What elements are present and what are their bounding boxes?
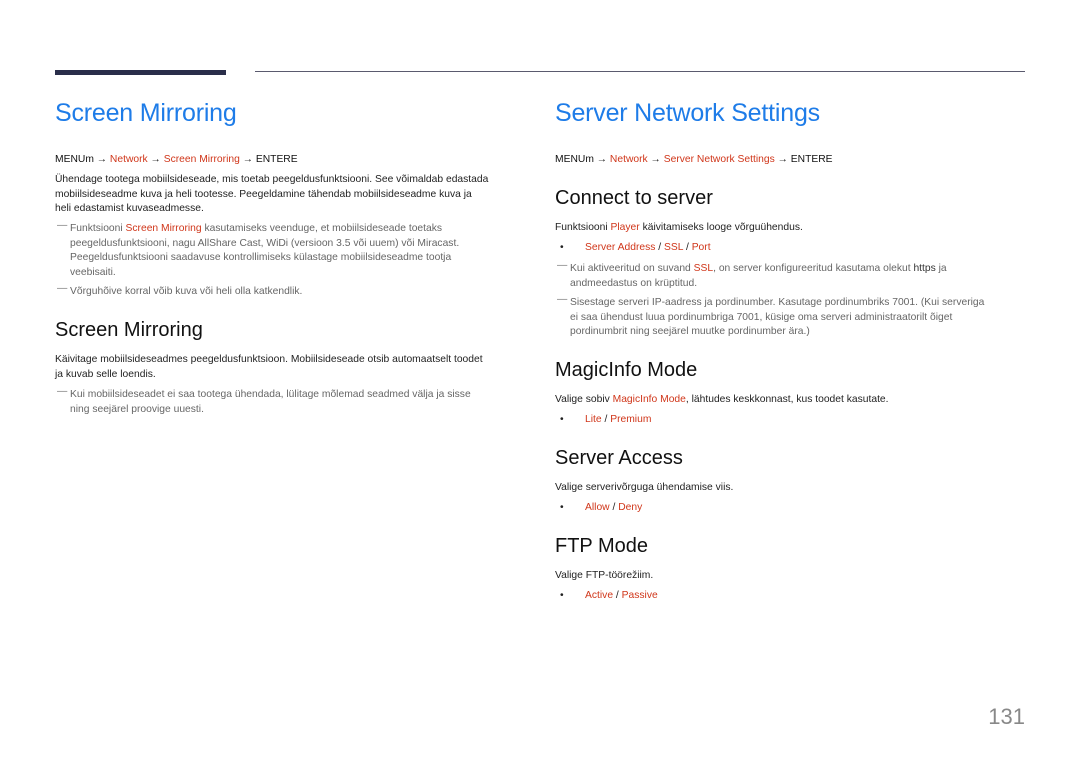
option-ssl: SSL	[664, 242, 684, 253]
note-line: ning seejärel proovige uuesti.	[70, 403, 204, 415]
body-text: Funktsiooni	[555, 222, 611, 233]
note-highlight: SSL	[693, 263, 714, 274]
body-highlight: Player	[610, 222, 640, 233]
option-passive: Passive	[621, 590, 658, 601]
note-network-load: ― Võrguhõive korral võib kuva või heli o…	[55, 283, 530, 300]
note-text: Funktsiooni	[70, 223, 126, 234]
note-dash-icon: ―	[557, 260, 568, 271]
section-heading-ftp-mode: FTP Mode	[555, 535, 648, 557]
note-line: Võrguhõive korral võib kuva või heli oll…	[70, 286, 303, 297]
menu-path-sep: →	[647, 154, 664, 165]
menu-path-screen-mirroring: Screen Mirroring	[163, 154, 240, 165]
page-title-server-network-settings: Server Network Settings	[555, 99, 820, 127]
menu-path-sep: →	[147, 154, 164, 165]
note-text: , on server konfigureeritud kasutama ole…	[713, 263, 914, 274]
connect-options: • Server Address / SSL / Port	[560, 242, 711, 253]
ftp-body: Valige FTP-töörežiim.	[555, 570, 654, 581]
body-text: , lähtudes keskkonnast, kus toodet kasut…	[685, 394, 889, 405]
note-https: https	[913, 263, 936, 274]
note-line: ei saa ühendust luua pordinumbriga 7001,…	[570, 311, 953, 323]
intro-line: mobiilsideseadme kuva ja heli tootesse. …	[55, 188, 472, 200]
note-line: Kui mobiilsideseadet ei saa tootega ühen…	[70, 389, 471, 400]
menu-path: MENUm → Network → Screen Mirroring → ENT…	[55, 154, 298, 165]
note-dash-icon: ―	[57, 283, 68, 294]
note-line: veebisaiti.	[70, 266, 116, 278]
page-number: 131	[988, 704, 1025, 729]
note-line: Funktsiooni Screen Mirroring kasutamisek…	[70, 222, 530, 237]
section-heading-connect-to-server: Connect to server	[555, 187, 713, 209]
note-line: andmeedastus on krüptitud.	[570, 277, 698, 289]
header-accent-bar	[55, 70, 226, 75]
access-body: Valige serverivõrguga ühendamise viis.	[555, 482, 734, 493]
option-separator: /	[683, 242, 692, 253]
intro-line: heli edastamist kuvaseadmesse.	[55, 203, 204, 214]
note-text: Kui aktiveeritud on suvand	[570, 263, 694, 274]
note-line: Kui aktiveeritud on suvand SSL, on serve…	[570, 262, 1030, 277]
option-active: Active	[585, 590, 614, 601]
section-heading-screen-mirroring: Screen Mirroring	[55, 319, 203, 341]
bullet-icon: •	[560, 414, 564, 425]
section-heading-server-access: Server Access	[555, 447, 683, 469]
connect-body: Funktsiooni Player käivitamiseks looge v…	[555, 221, 803, 236]
magicinfo-body: Valige sobiv MagicInfo Mode, lähtudes ke…	[555, 393, 889, 408]
note-dash-icon: ―	[557, 294, 568, 305]
body-text: käivitamiseks looge võrguühendus.	[639, 222, 803, 233]
note-ssl: ― Kui aktiveeritud on suvand SSL, on ser…	[555, 260, 1030, 291]
note-line: peegeldusfunktsiooni, nagu AllShare Cast…	[70, 237, 460, 249]
option-separator: /	[655, 242, 664, 253]
header-rule	[255, 71, 1025, 72]
ftp-options: • Active / Passive	[560, 590, 658, 601]
option-separator: /	[613, 590, 622, 601]
menu-path-root: MENUm →	[55, 154, 110, 165]
note-line: pordinumbrit ning seejärel muutke pordin…	[570, 326, 810, 337]
note-text: kasutamiseks veenduge, et mobiilsidesead…	[201, 223, 443, 234]
option-server-address: Server Address	[585, 242, 656, 253]
note-ip-port: ― Sisestage serveri IP-aadress ja pordin…	[555, 294, 1030, 340]
option-premium: Premium	[610, 414, 652, 425]
bullet-icon: •	[560, 242, 564, 253]
intro-line: Ühendage tootega mobiilsideseade, mis to…	[55, 174, 489, 185]
section-body: Käivitage mobiilsideseadmes peegeldusfun…	[55, 353, 530, 382]
magicinfo-options: • Lite / Premium	[560, 414, 651, 425]
menu-path-network: Network	[609, 154, 648, 165]
note-dash-icon: ―	[57, 386, 68, 397]
access-options: • Allow / Deny	[560, 502, 642, 513]
note-retry: ― Kui mobiilsideseadet ei saa tootega üh…	[55, 386, 530, 417]
note-line: Sisestage serveri IP-aadress ja pordinum…	[570, 297, 985, 308]
option-allow: Allow	[585, 502, 610, 513]
body-text: Valige sobiv	[555, 394, 613, 405]
body-highlight: MagicInfo Mode	[612, 394, 686, 405]
body-line: Käivitage mobiilsideseadmes peegeldusfun…	[55, 354, 483, 365]
option-port: Port	[691, 242, 711, 253]
option-separator: /	[609, 502, 619, 513]
menu-path: MENUm → Network → Server Network Setting…	[555, 154, 833, 165]
body-line: ja kuvab selle loendis.	[55, 368, 156, 380]
menu-path-root: MENUm →	[555, 154, 610, 165]
note-highlight: Screen Mirroring	[125, 223, 202, 234]
note-dash-icon: ―	[57, 220, 68, 231]
bullet-icon: •	[560, 590, 564, 601]
note-compatibility: ― Funktsiooni Screen Mirroring kasutamis…	[55, 220, 530, 280]
menu-path-network: Network	[109, 154, 148, 165]
menu-path-enter: → ENTERE	[239, 154, 298, 165]
option-lite: Lite	[585, 414, 602, 425]
option-deny: Deny	[618, 502, 643, 513]
section-heading-magicinfo-mode: MagicInfo Mode	[555, 359, 698, 381]
intro-paragraph: Ühendage tootega mobiilsideseade, mis to…	[55, 173, 530, 217]
note-line: Peegeldusfunktsiooni saadavuse kontrolli…	[70, 252, 452, 263]
note-text: ja	[935, 263, 947, 274]
option-separator: /	[601, 414, 611, 425]
menu-path-server-network-settings: Server Network Settings	[663, 154, 775, 165]
page-title-screen-mirroring: Screen Mirroring	[55, 99, 237, 127]
menu-path-enter: → ENTERE	[774, 154, 833, 165]
bullet-icon: •	[560, 502, 564, 513]
